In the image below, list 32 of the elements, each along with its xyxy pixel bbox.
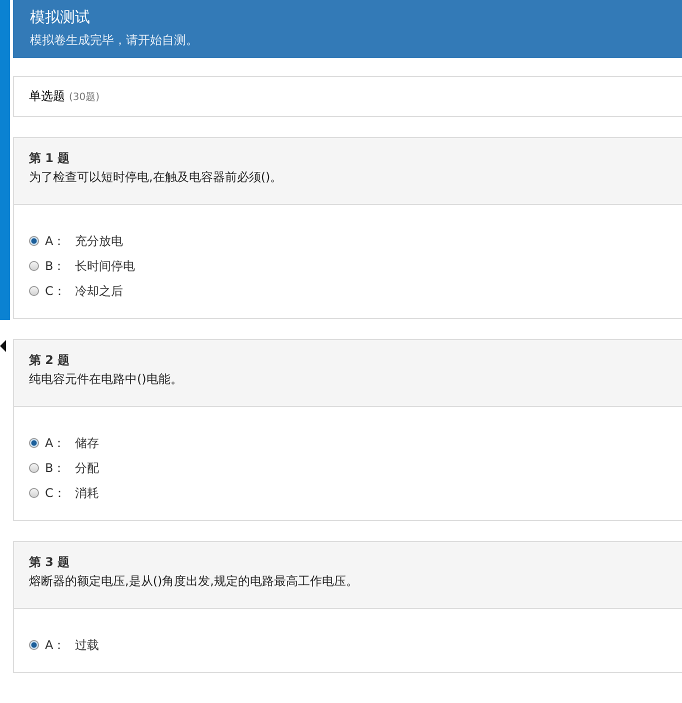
question-text: 熔断器的额定电压,是从()角度出发,规定的电路最高工作电压。 bbox=[29, 573, 359, 590]
page-title: 模拟测试 bbox=[30, 7, 91, 28]
radio-button[interactable] bbox=[29, 438, 39, 448]
option-letter: C： bbox=[45, 282, 66, 300]
option-text[interactable]: 冷却之后 bbox=[75, 282, 123, 300]
option-letter: A： bbox=[45, 434, 66, 452]
question-count: (30题) bbox=[69, 91, 100, 104]
option-letter: A： bbox=[45, 232, 66, 250]
option-text[interactable]: 长时间停电 bbox=[75, 258, 135, 274]
option-text[interactable]: 过载 bbox=[75, 636, 99, 654]
question-number: 第 2 题 bbox=[29, 352, 71, 369]
radio-button[interactable] bbox=[29, 640, 39, 650]
radio-button[interactable] bbox=[29, 488, 39, 498]
question-number: 第 1 题 bbox=[29, 150, 71, 167]
radio-button[interactable] bbox=[29, 236, 39, 246]
radio-button[interactable] bbox=[29, 261, 39, 271]
option-letter: B： bbox=[45, 460, 66, 476]
question-number: 第 3 题 bbox=[29, 554, 71, 571]
radio-button[interactable] bbox=[29, 463, 39, 473]
option-text[interactable]: 充分放电 bbox=[75, 232, 123, 250]
section-title: 单选题 bbox=[29, 88, 65, 105]
option-text[interactable]: 储存 bbox=[75, 434, 99, 452]
option-letter: A： bbox=[45, 636, 66, 654]
radio-button[interactable] bbox=[29, 286, 39, 296]
page-subtitle: 模拟卷生成完毕，请开始自测。 bbox=[30, 32, 199, 49]
question-text: 纯电容元件在电路中()电能。 bbox=[29, 371, 184, 388]
option-text[interactable]: 消耗 bbox=[75, 484, 99, 502]
question-text: 为了检查可以短时停电,在触及电容器前必须()。 bbox=[29, 169, 284, 186]
option-letter: B： bbox=[45, 258, 66, 274]
option-text[interactable]: 分配 bbox=[75, 460, 99, 476]
collapse-arrow-icon[interactable] bbox=[0, 340, 6, 352]
option-letter: C： bbox=[45, 484, 66, 502]
